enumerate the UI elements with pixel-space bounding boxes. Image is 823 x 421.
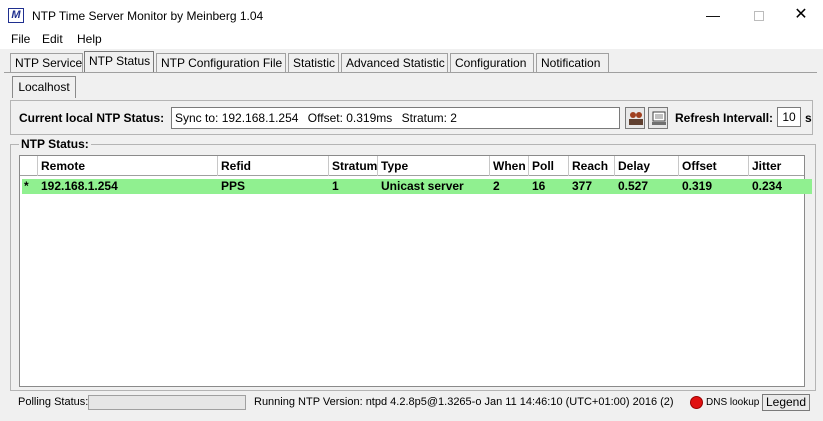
- stratum-text: Stratum: 2: [401, 111, 457, 125]
- table-row[interactable]: * 192.168.1.254 PPS 1 Unicast server 2 1…: [22, 179, 812, 194]
- tab-panel-border: [4, 72, 817, 73]
- col-when[interactable]: When: [490, 156, 529, 176]
- tab-configuration[interactable]: Configuration: [450, 53, 534, 73]
- cell-delay: 0.527: [618, 179, 649, 193]
- col-type[interactable]: Type: [378, 156, 490, 176]
- current-status-label: Current local NTP Status:: [19, 111, 165, 125]
- peers-icon: [629, 112, 643, 125]
- tab-ntp-service[interactable]: NTP Service: [10, 53, 83, 73]
- cell-mark: *: [24, 179, 29, 193]
- sync-status-field: Sync to: 192.168.1.254 Offset: 0.319ms S…: [171, 107, 620, 129]
- maximize-button[interactable]: [736, 0, 782, 30]
- current-status-panel: Current local NTP Status: Sync to: 192.1…: [10, 100, 813, 135]
- status-bar: Polling Status: Running NTP Version: ntp…: [10, 394, 816, 412]
- cell-when: 2: [493, 179, 500, 193]
- app-icon: M: [8, 8, 24, 23]
- tab-advanced-statistic[interactable]: Advanced Statistic: [341, 53, 448, 73]
- main-tabs: NTP Service NTP Status NTP Configuration…: [0, 51, 823, 74]
- monitor-button[interactable]: [648, 107, 668, 129]
- ntp-version-text: Running NTP Version: ntpd 4.2.8p5@1.3265…: [254, 396, 674, 408]
- sync-text: Sync to: 192.168.1.254: [175, 111, 299, 125]
- col-remote[interactable]: Remote: [38, 156, 218, 176]
- tab-notification[interactable]: Notification: [536, 53, 609, 73]
- col-offset[interactable]: Offset: [679, 156, 749, 176]
- menu-edit[interactable]: Edit: [42, 32, 63, 46]
- col-delay[interactable]: Delay: [615, 156, 679, 176]
- maximize-icon: [754, 11, 764, 22]
- col-jitter[interactable]: Jitter: [749, 156, 804, 176]
- col-refid[interactable]: Refid: [218, 156, 329, 176]
- refresh-interval-label: Refresh Intervall:: [675, 111, 774, 125]
- window-title: NTP Time Server Monitor by Meinberg 1.04: [32, 9, 264, 23]
- close-button[interactable]: ✕: [778, 0, 823, 30]
- dns-status-icon: [690, 396, 703, 409]
- dns-lookup-indicator: DNS lookup: [690, 395, 762, 411]
- col-mark[interactable]: [20, 156, 38, 176]
- col-poll[interactable]: Poll: [529, 156, 569, 176]
- menu-bar: File Edit Help: [0, 30, 823, 49]
- polling-progress-bar: [88, 395, 246, 410]
- col-stratum[interactable]: Stratum: [329, 156, 378, 176]
- ntp-status-group: NTP Status: Remote Refid Stratum Type Wh…: [10, 137, 816, 391]
- cell-type: Unicast server: [381, 179, 464, 193]
- legend-button[interactable]: Legend: [762, 394, 810, 411]
- tab-ntp-status[interactable]: NTP Status: [84, 51, 154, 73]
- list-header: Remote Refid Stratum Type When Poll Reac…: [20, 156, 804, 176]
- refresh-unit-label: s: [805, 111, 812, 125]
- cell-remote: 192.168.1.254: [41, 179, 118, 193]
- minimize-button[interactable]: —: [690, 0, 736, 30]
- monitor-icon: [652, 111, 666, 125]
- cell-refid: PPS: [221, 179, 246, 193]
- col-reach[interactable]: Reach: [569, 156, 615, 176]
- title-bar: M NTP Time Server Monitor by Meinberg 1.…: [0, 0, 823, 30]
- cell-stratum: 1: [332, 179, 339, 193]
- dns-lookup-label: DNS lookup: [706, 397, 760, 408]
- cell-offset: 0.319: [682, 179, 713, 193]
- offset-text: Offset: 0.319ms: [307, 111, 393, 125]
- cell-poll: 16: [532, 179, 546, 193]
- ntp-peers-list[interactable]: Remote Refid Stratum Type When Poll Reac…: [19, 155, 812, 387]
- peers-button[interactable]: [625, 107, 645, 129]
- refresh-interval-input[interactable]: 10: [777, 107, 801, 127]
- cell-reach: 377: [572, 179, 593, 193]
- tab-statistic[interactable]: Statistic: [288, 53, 339, 73]
- menu-file[interactable]: File: [11, 32, 30, 46]
- polling-status-label: Polling Status:: [18, 396, 89, 408]
- tab-localhost[interactable]: Localhost: [12, 76, 76, 98]
- ntp-status-group-title: NTP Status:: [19, 137, 91, 151]
- cell-jitter: 0.234: [752, 179, 783, 193]
- tab-ntp-configuration-file[interactable]: NTP Configuration File: [156, 53, 286, 73]
- menu-help[interactable]: Help: [77, 32, 102, 46]
